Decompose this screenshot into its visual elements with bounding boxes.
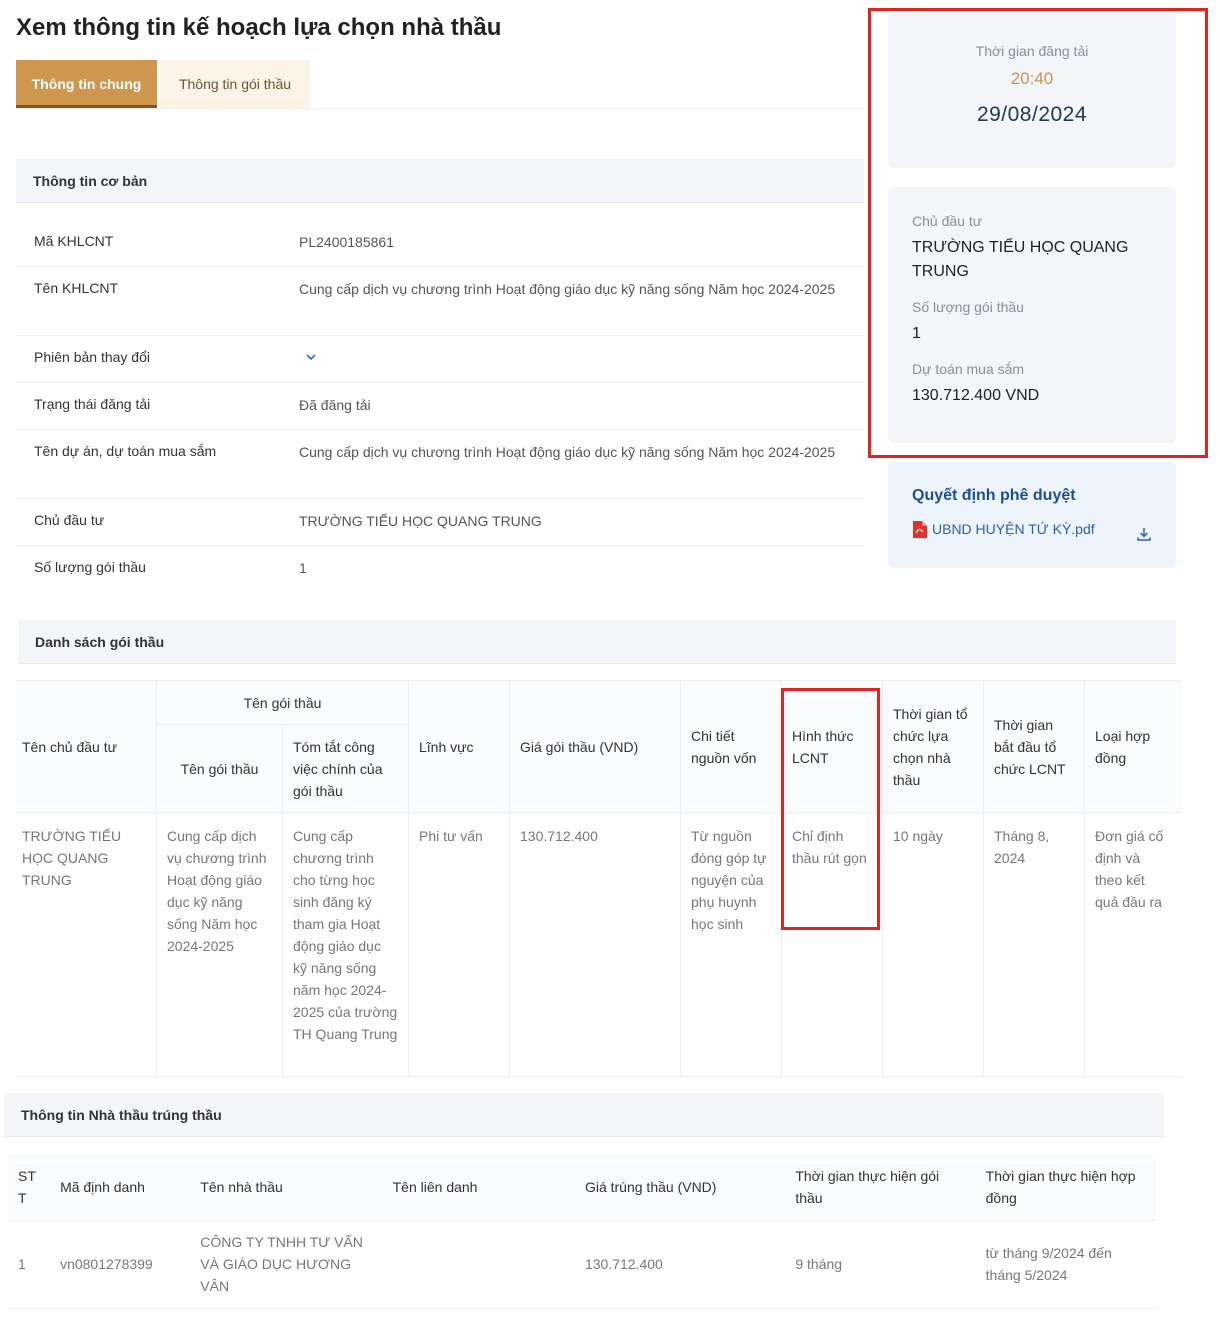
winner-header: Thông tin Nhà thầu trúng thầu	[4, 1093, 1164, 1137]
basic-info-header: Thông tin cơ bản	[16, 159, 864, 203]
cell-stt: 1	[18, 1256, 26, 1272]
info-row-version: Phiên bản thay đổi	[16, 346, 864, 383]
col-package-name: Tên gói thầu	[156, 724, 283, 813]
col-joint: Tên liên danh	[382, 1154, 575, 1220]
info-value: PL2400185861	[299, 234, 394, 250]
col-id: Mã định danh	[50, 1154, 191, 1220]
version-dropdown[interactable]	[299, 347, 854, 369]
cell-price: 130.712.400	[509, 812, 681, 1077]
col-package-summary: Tóm tắt công việc chính của gói thầu	[282, 724, 409, 813]
pdf-icon	[913, 521, 927, 538]
info-row-code: Mã KHLCNT PL2400185861	[16, 230, 864, 267]
col-stt: STT	[8, 1154, 51, 1220]
info-value: 1	[299, 560, 307, 576]
decision-title: Quyết định phê duyệt	[912, 487, 1076, 504]
tab-package-info[interactable]: Thông tin gói thầu	[160, 60, 310, 108]
info-label: Số lượng gói thầu	[34, 559, 146, 575]
info-row-package-count: Số lượng gói thầu 1	[16, 556, 864, 592]
cell-id: vn0801278399	[60, 1256, 153, 1272]
info-label: Trạng thái đăng tải	[34, 396, 151, 412]
col-price: Giá gói thầu (VND)	[509, 680, 681, 813]
cell-field: Phi tư vấn	[408, 812, 510, 1077]
cell-funding: Từ nguồn đóng góp tự nguyện của phụ huyn…	[680, 812, 782, 1077]
col-field: Lĩnh vực	[408, 680, 510, 813]
info-row-status: Trạng thái đăng tải Đã đăng tải	[16, 393, 864, 430]
info-label: Tên dự án, dự toán mua sắm	[34, 443, 217, 459]
cell-contract-duration: từ tháng 9/2024 đến tháng 5/2024	[985, 1245, 1112, 1283]
cell-package-summary: Cung cấp chương trình cho từng học sinh …	[282, 812, 409, 1077]
highlight-box-summary	[868, 8, 1208, 458]
info-row-project: Tên dự án, dự toán mua sắm Cung cấp dịch…	[16, 440, 864, 499]
info-value: Cung cấp dịch vụ chương trình Hoạt động …	[299, 281, 836, 297]
cell-price: 130.712.400	[584, 1256, 663, 1272]
info-value: Cung cấp dịch vụ chương trình Hoạt động …	[299, 444, 836, 460]
info-value: TRƯỜNG TIỂU HỌC QUANG TRUNG	[299, 513, 542, 529]
cell-package-name: Cung cấp dịch vụ chương trình Hoạt động …	[156, 812, 283, 1077]
cell-start-time: Tháng 8, 2024	[983, 812, 1085, 1077]
cell-contract-type: Đơn giá cố định và theo kết quả đầu ra	[1095, 828, 1164, 910]
col-package-group: Tên gói thầu	[156, 680, 409, 725]
table-row: 1 vn0801278399 CÔNG TY TNHH TƯ VẤN VÀ GI…	[8, 1220, 1156, 1308]
winner-table: STT Mã định danh Tên nhà thầu Tên liên d…	[8, 1154, 1156, 1309]
download-icon[interactable]	[1136, 526, 1152, 542]
col-name: Tên nhà thầu	[190, 1154, 383, 1220]
highlight-box-method	[781, 688, 880, 930]
decision-file-name[interactable]: UBND HUYỆN TỨ KỲ.pdf	[932, 521, 1095, 537]
table-row: TRƯỜNG TIỂU HỌC QUANG TRUNG Cung cấp dịc…	[16, 812, 1181, 1077]
winner-table-wrap: STT Mã định danh Tên nhà thầu Tên liên d…	[8, 1154, 1156, 1309]
decision-card: Quyết định phê duyệt UBND HUYỆN TỨ KỲ.pd…	[888, 462, 1176, 568]
cell-investor: TRƯỜNG TIỂU HỌC QUANG TRUNG	[16, 812, 157, 1077]
package-list-header: Danh sách gói thầu	[18, 620, 1176, 664]
col-start-time: Thời gian bắt đầu tổ chức LCNT	[983, 680, 1085, 813]
cell-selection-time: 10 ngày	[882, 812, 984, 1077]
chevron-down-icon[interactable]	[305, 351, 317, 363]
info-label: Phiên bản thay đổi	[34, 349, 150, 365]
tabs-divider	[16, 108, 864, 109]
col-selection-time: Thời gian tổ chức lựa chọn nhà thầu	[882, 680, 984, 813]
info-label: Mã KHLCNT	[34, 233, 114, 249]
info-row-plan-name: Tên KHLCNT Cung cấp dịch vụ chương trình…	[16, 277, 864, 336]
col-investor: Tên chủ đầu tư	[16, 680, 157, 813]
cell-package-duration: 9 tháng	[795, 1256, 843, 1272]
info-label: Chủ đầu tư	[34, 512, 105, 528]
package-table: Tên chủ đầu tư Tên gói thầu Lĩnh vực Giá…	[16, 680, 1181, 1077]
info-label: Tên KHLCNT	[34, 280, 119, 296]
tab-general-info[interactable]: Thông tin chung	[16, 60, 157, 108]
col-price: Giá trúng thầu (VND)	[574, 1154, 786, 1220]
col-package-duration: Thời gian thực hiện gói thầu	[785, 1154, 976, 1220]
page-title: Xem thông tin kế hoạch lựa chọn nhà thầu	[16, 14, 502, 41]
info-value: Đã đăng tải	[299, 397, 371, 413]
cell-joint	[383, 1220, 575, 1308]
col-contract-duration: Thời gian thực hiện hợp đồng	[975, 1154, 1156, 1220]
col-funding: Chi tiết nguồn vốn	[680, 680, 782, 813]
package-table-wrap: Tên chủ đầu tư Tên gói thầu Lĩnh vực Giá…	[16, 680, 1181, 1077]
col-contract-type: Loại hợp đồng	[1084, 680, 1181, 813]
info-row-investor: Chủ đầu tư TRƯỜNG TIỂU HỌC QUANG TRUNG	[16, 509, 864, 546]
cell-name: CÔNG TY TNHH TƯ VẤN VÀ GIÁO DỤC HƯƠNG VÂ…	[200, 1234, 363, 1294]
